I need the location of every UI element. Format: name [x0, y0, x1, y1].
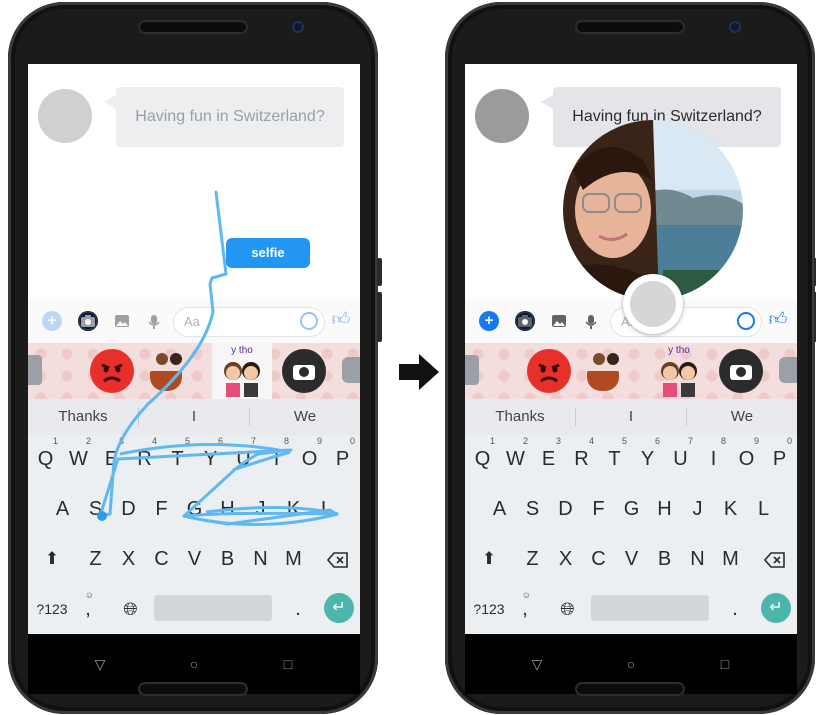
key-p[interactable]: P0 — [763, 435, 796, 483]
left-screen: Having fun in Switzerland? + Aa 👍︎ y tho… — [28, 64, 360, 694]
like-icon[interactable]: 👍︎ — [767, 308, 789, 330]
power-button — [377, 292, 382, 342]
front-camera — [292, 21, 304, 33]
key-y[interactable]: Y6 — [631, 435, 664, 483]
shutter-button[interactable] — [623, 274, 683, 334]
emoji-icon[interactable] — [737, 312, 755, 330]
microphone-icon[interactable] — [581, 311, 601, 331]
ytho-label: y tho — [668, 345, 690, 356]
backspace-icon[interactable] — [757, 535, 793, 583]
key-n[interactable]: N — [681, 535, 714, 583]
suggestion-1[interactable]: Thanks — [465, 399, 575, 435]
earpiece — [575, 20, 685, 34]
bitmoji-avatar-icon[interactable] — [465, 355, 479, 385]
suggestion-2[interactable]: I — [576, 399, 686, 435]
nav-recents-icon[interactable]: □ — [278, 654, 298, 674]
nav-back-icon[interactable]: ▽ — [90, 654, 110, 674]
nav-home-icon[interactable]: ○ — [621, 654, 641, 674]
gallery-icon[interactable] — [549, 311, 569, 331]
key-x[interactable]: X — [549, 535, 582, 583]
key-d[interactable]: D — [549, 485, 582, 533]
right-screen: Having fun in Switzerland? + Aa 👍︎ — [465, 64, 797, 694]
space-bar[interactable] — [591, 595, 709, 621]
key-b[interactable]: B — [648, 535, 681, 583]
key-i[interactable]: I8 — [697, 435, 730, 483]
key-q[interactable]: Q1 — [466, 435, 499, 483]
enter-icon[interactable]: ↵ — [761, 593, 791, 623]
key-g[interactable]: G — [615, 485, 648, 533]
key-e[interactable]: E3 — [532, 435, 565, 483]
earpiece — [138, 20, 248, 34]
left-phone: Having fun in Switzerland? + Aa 👍︎ y tho… — [8, 2, 382, 714]
camera-sticker-icon[interactable] — [719, 349, 763, 393]
key-l[interactable]: L — [747, 485, 780, 533]
nav-recents-icon[interactable]: □ — [715, 654, 735, 674]
front-camera — [729, 21, 741, 33]
suggestion-bar: Thanks I We — [465, 399, 797, 435]
swipe-word-chip: selfie — [226, 238, 310, 268]
key-w[interactable]: W2 — [499, 435, 532, 483]
key-a[interactable]: A — [483, 485, 516, 533]
key-s[interactable]: S — [516, 485, 549, 533]
key-r[interactable]: R4 — [565, 435, 598, 483]
key-h[interactable]: H — [648, 485, 681, 533]
nav-home-icon[interactable]: ○ — [184, 654, 204, 674]
comma-key[interactable]: , ☺ — [515, 585, 535, 633]
bottom-speaker — [575, 682, 685, 696]
key-z[interactable]: Z — [516, 535, 549, 583]
key-t[interactable]: T5 — [598, 435, 631, 483]
symbols-key[interactable]: ?123 — [469, 585, 509, 633]
key-v[interactable]: V — [615, 535, 648, 583]
right-phone: Having fun in Switzerland? + Aa 👍︎ — [445, 2, 816, 714]
volume-button — [377, 258, 382, 286]
avatar — [475, 89, 529, 143]
sticker-strip: y tho — [465, 343, 797, 399]
angry-sticker[interactable] — [527, 349, 571, 393]
coffee-sticker[interactable] — [579, 349, 623, 393]
key-f[interactable]: F — [582, 485, 615, 533]
plus-icon[interactable]: + — [479, 311, 499, 331]
selfie-camera-preview — [563, 120, 743, 300]
key-u[interactable]: U7 — [664, 435, 697, 483]
camera-icon[interactable] — [515, 311, 535, 331]
suggestion-3[interactable]: We — [687, 399, 797, 435]
nav-back-icon[interactable]: ▽ — [527, 654, 547, 674]
swipe-trail — [97, 190, 339, 527]
gear-icon[interactable] — [779, 357, 797, 383]
key-k[interactable]: K — [714, 485, 747, 533]
bottom-speaker — [138, 682, 248, 696]
globe-icon[interactable]: 🌐︎ — [551, 585, 584, 633]
arrow-right-icon — [399, 354, 439, 390]
shift-icon[interactable]: ⬆ — [471, 535, 507, 583]
period-key[interactable]: . — [723, 585, 747, 633]
key-m[interactable]: M — [714, 535, 747, 583]
emoji-hint-icon: ☺ — [521, 590, 531, 600]
key-o[interactable]: O9 — [730, 435, 763, 483]
key-c[interactable]: C — [582, 535, 615, 583]
key-j[interactable]: J — [681, 485, 714, 533]
keyboard: Q1 W2 E3 R4 T5 Y6 U7 I8 O9 P0 A S D F G … — [465, 435, 797, 634]
ytho-sticker[interactable]: y tho — [649, 343, 709, 399]
